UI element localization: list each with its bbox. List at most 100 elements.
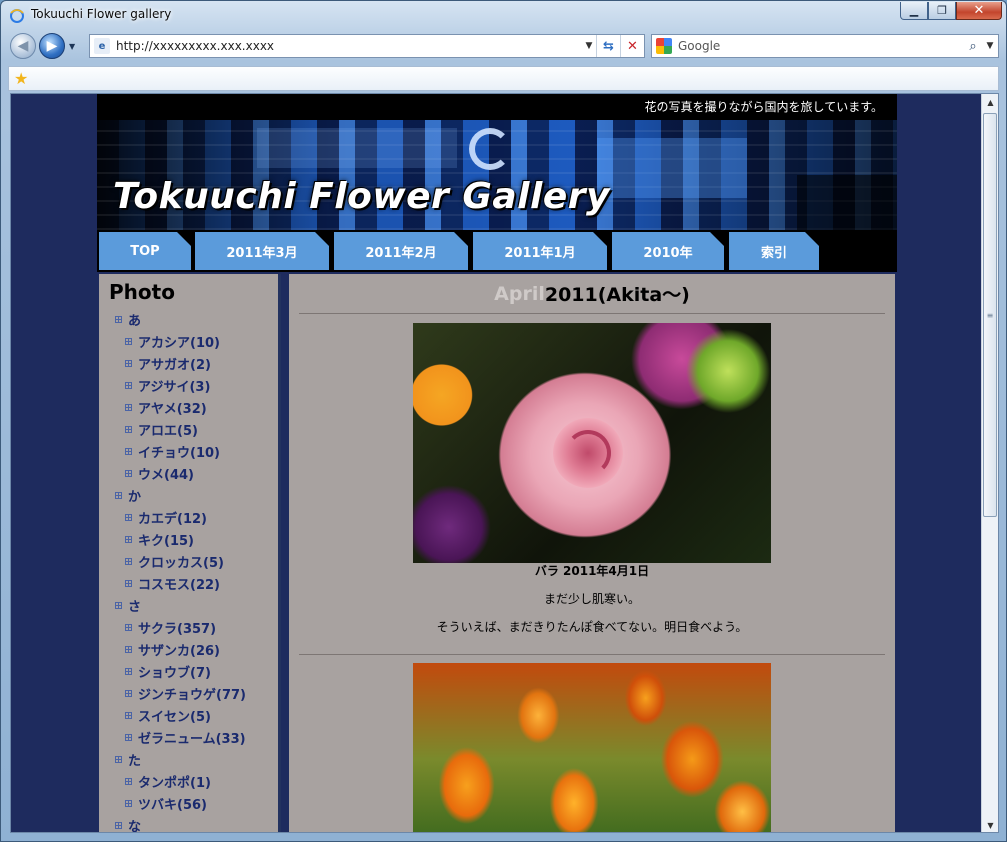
bullet-icon <box>125 403 132 411</box>
sidebar-item-label: か <box>128 489 142 505</box>
sidebar-item[interactable]: アサガオ(2) <box>99 352 278 374</box>
bullet-icon <box>125 557 132 565</box>
sidebar-item-label: クロッカス(5) <box>138 555 224 571</box>
sidebar-item-label: ウメ(44) <box>138 467 194 483</box>
google-icon <box>656 38 672 54</box>
sidebar-item[interactable]: アロエ(5) <box>99 418 278 440</box>
tab-2011-01[interactable]: 2011年1月 <box>473 232 607 270</box>
sidebar-item-label: サクラ(357) <box>138 621 217 637</box>
address-input[interactable]: http://xxxxxxxxx.xxx.xxxx <box>116 39 582 53</box>
bullet-icon <box>115 601 122 609</box>
bullet-icon <box>125 381 132 389</box>
bullet-icon <box>125 469 132 477</box>
photo-caption-text: まだ少し肌寒い。 <box>543 592 640 606</box>
site-container: 花の写真を撮りながら国内を旅しています。 Tokuuchi Flower Gal… <box>97 94 897 832</box>
sidebar-item[interactable]: サクラ(357) <box>99 616 278 638</box>
search-icon[interactable]: ⌕ <box>964 39 982 54</box>
sidebar-item-label: コスモス(22) <box>138 577 220 593</box>
page-title: April 2011(Akita～) <box>299 274 885 314</box>
scroll-thumb[interactable]: ≡ <box>983 113 997 517</box>
sidebar-item-label: ツバキ(56) <box>138 797 207 813</box>
vertical-scrollbar[interactable]: ▲ ≡ ▼ <box>981 94 998 832</box>
sidebar-item[interactable]: コスモス(22) <box>99 572 278 594</box>
bullet-icon <box>125 425 132 433</box>
sidebar-group-heading[interactable]: あ <box>99 308 278 330</box>
sidebar-item-label: キク(15) <box>138 533 194 549</box>
sidebar-item[interactable]: ジンチョウゲ(77) <box>99 682 278 704</box>
photo-caption-title: バラ 2011年4月1日 <box>534 564 650 578</box>
sidebar-item[interactable]: スイセン(5) <box>99 704 278 726</box>
sidebar-item-label: た <box>128 753 142 769</box>
tab-2011-03[interactable]: 2011年3月 <box>195 232 329 270</box>
bullet-icon <box>125 711 132 719</box>
search-input[interactable]: Google <box>678 39 964 53</box>
tab-top[interactable]: TOP <box>99 232 191 270</box>
maximize-button[interactable]: ❐ <box>928 2 956 20</box>
minimize-button[interactable]: ▁ <box>900 2 928 20</box>
bullet-icon <box>125 623 132 631</box>
browser-window: Tokuuchi Flower gallery ▁ ❐ ✕ ◀ ▶ ▼ e ht… <box>0 0 1007 842</box>
sidebar-item[interactable]: ツバキ(56) <box>99 792 278 814</box>
sidebar-group-heading[interactable]: さ <box>99 594 278 616</box>
sidebar-item[interactable]: アジサイ(3) <box>99 374 278 396</box>
close-button[interactable]: ✕ <box>956 2 1002 20</box>
search-box[interactable]: Google ⌕ ▼ <box>651 34 999 58</box>
photo-caption-text: そういえば、まだきりたんぽ食べてない。明日食べよう。 <box>436 620 748 634</box>
favorites-bar: ★ <box>8 66 999 91</box>
sidebar: Photo あアカシア(10) アサガオ(2) アジサイ(3) アヤメ(32) アロエ(… <box>99 274 281 832</box>
tulip-photo[interactable] <box>413 663 771 832</box>
back-button[interactable]: ◀ <box>10 33 36 59</box>
tab-2011-02[interactable]: 2011年2月 <box>334 232 468 270</box>
bullet-icon <box>125 733 132 741</box>
site-nav: TOP 2011年3月 2011年2月 2011年1月 2010年 索引 <box>97 230 897 272</box>
sidebar-item-label: ゼラニューム(33) <box>138 731 246 747</box>
site-tagline: 花の写真を撮りながら国内を旅しています。 <box>97 94 897 120</box>
sidebar-item[interactable]: ゼラニューム(33) <box>99 726 278 748</box>
tab-index[interactable]: 索引 <box>729 232 819 270</box>
sidebar-item-label: あ <box>128 313 142 329</box>
sidebar-item[interactable]: カエデ(12) <box>99 506 278 528</box>
sidebar-item[interactable]: サザンカ(26) <box>99 638 278 660</box>
sidebar-item[interactable]: キク(15) <box>99 528 278 550</box>
sidebar-item-label: タンポポ(1) <box>138 775 211 791</box>
sidebar-group-heading[interactable]: な <box>99 814 278 832</box>
sidebar-group-heading[interactable]: た <box>99 748 278 770</box>
tab-2010[interactable]: 2010年 <box>612 232 724 270</box>
sidebar-item-label: アロエ(5) <box>138 423 198 439</box>
page-viewport: 花の写真を撮りながら国内を旅しています。 Tokuuchi Flower Gal… <box>10 93 999 833</box>
divider <box>299 654 885 655</box>
address-bar[interactable]: e http://xxxxxxxxx.xxx.xxxx ▼ ⇆ ✕ <box>89 34 645 58</box>
sidebar-item-label: ジンチョウゲ(77) <box>138 687 246 703</box>
forward-button[interactable]: ▶ <box>39 33 65 59</box>
sidebar-item[interactable]: イチョウ(10) <box>99 440 278 462</box>
scroll-down-icon[interactable]: ▼ <box>982 817 998 832</box>
sidebar-item[interactable]: クロッカス(5) <box>99 550 278 572</box>
bullet-icon <box>115 821 122 829</box>
stop-icon[interactable]: ✕ <box>620 35 644 57</box>
favorites-star-icon[interactable]: ★ <box>14 69 28 88</box>
page-icon: e <box>94 38 110 54</box>
search-dropdown-icon[interactable]: ▼ <box>982 41 998 51</box>
sidebar-item[interactable]: ウメ(44) <box>99 462 278 484</box>
sidebar-group-heading[interactable]: か <box>99 484 278 506</box>
scroll-up-icon[interactable]: ▲ <box>982 94 998 111</box>
bullet-icon <box>125 645 132 653</box>
sidebar-item[interactable]: タンポポ(1) <box>99 770 278 792</box>
sidebar-list: あアカシア(10) アサガオ(2) アジサイ(3) アヤメ(32) アロエ(5) イチョウ… <box>99 308 278 832</box>
rose-photo[interactable] <box>413 323 771 563</box>
title-bar: Tokuuchi Flower gallery ▁ ❐ ✕ <box>1 1 1006 29</box>
bullet-icon <box>125 535 132 543</box>
sidebar-item-label: サザンカ(26) <box>138 643 220 659</box>
sidebar-item-label: アカシア(10) <box>138 335 220 351</box>
bullet-icon <box>125 337 132 345</box>
address-dropdown-icon[interactable]: ▼ <box>582 41 596 51</box>
sidebar-item[interactable]: アカシア(10) <box>99 330 278 352</box>
sidebar-item[interactable]: ショウブ(7) <box>99 660 278 682</box>
bullet-icon <box>115 755 122 763</box>
sidebar-item[interactable]: アヤメ(32) <box>99 396 278 418</box>
refresh-icon[interactable]: ⇆ <box>596 35 620 57</box>
history-dropdown-icon[interactable]: ▼ <box>69 42 79 52</box>
site-banner: Tokuuchi Flower Gallery <box>97 120 897 230</box>
window-title: Tokuuchi Flower gallery <box>31 7 172 21</box>
page-title-main: 2011(Akita～) <box>544 284 690 306</box>
